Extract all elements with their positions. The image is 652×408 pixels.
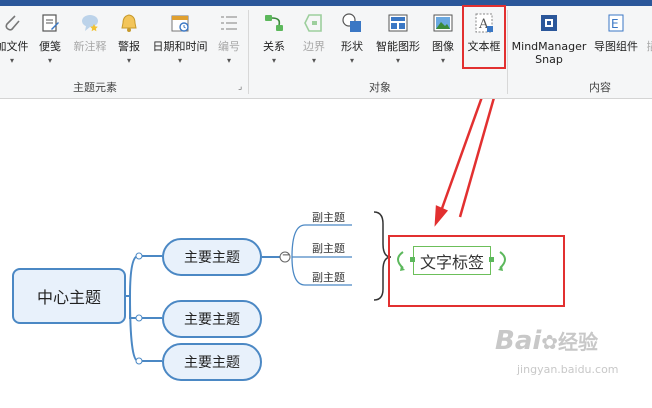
main-topic-1[interactable]: 主要主题 <box>162 238 262 276</box>
bell-icon <box>121 14 137 32</box>
mindmanager-snap-line1: MindManager <box>511 40 587 53</box>
comment-icon <box>82 15 98 32</box>
relationship-icon <box>265 15 283 31</box>
map-parts-icon: E <box>608 14 624 32</box>
group-label-content: 内容 <box>589 81 611 94</box>
boundary-label: 边界 <box>303 40 325 53</box>
new-comment-button[interactable]: 新注释 <box>72 6 108 78</box>
image-icon <box>433 14 453 32</box>
central-topic[interactable]: 中心主题 <box>12 268 126 324</box>
relationship-button[interactable]: 关系 ▾ <box>256 6 292 78</box>
chevron-down-icon: ▾ <box>47 56 52 65</box>
group-label-topic-elements: 主题元素 <box>73 81 117 94</box>
map-parts-button[interactable]: E 导图组件 <box>590 6 642 78</box>
group-divider <box>507 10 508 94</box>
map-canvas[interactable]: − 中心主题 主要主题 主要主题 主要主题 副主题 副主题 副主题 文字标签 B… <box>0 99 652 408</box>
paperclip-icon <box>5 15 20 31</box>
chevron-down-icon: ▾ <box>349 56 354 65</box>
new-comment-label: 新注释 <box>73 40 107 53</box>
svg-text:E: E <box>611 17 619 31</box>
insert-button-partial[interactable]: 插 <box>640 6 652 78</box>
shape-button[interactable]: 形状 ▾ <box>336 6 368 78</box>
chevron-down-icon: ▾ <box>126 56 131 65</box>
dialog-launcher-icon[interactable]: ⌟ <box>238 82 242 92</box>
chevron-down-icon: ▾ <box>9 56 14 65</box>
snap-icon <box>541 15 557 31</box>
chevron-down-icon: ▾ <box>177 56 182 65</box>
subtopic-2[interactable]: 副主题 <box>312 240 345 256</box>
connector-dot <box>135 357 143 365</box>
group-label-objects: 对象 <box>369 81 391 94</box>
smart-shape-button[interactable]: 智能图形 ▾ <box>372 6 424 78</box>
attach-file-button[interactable]: 加文件 ▾ <box>0 6 32 78</box>
watermark-brand2-text: 经验 <box>558 330 599 354</box>
mindmanager-snap-line2: Snap <box>535 53 563 66</box>
chevron-down-icon: ▾ <box>226 56 231 65</box>
smart-shape-icon <box>388 14 408 32</box>
image-label: 图像 <box>432 40 454 53</box>
smart-shape-label: 智能图形 <box>376 40 420 53</box>
boundary-button[interactable]: 边界 ▾ <box>298 6 330 78</box>
numbering-label: 编号 <box>218 40 240 53</box>
ribbon: 加文件 ▾ 便笺 ▾ 新注释 警报 ▾ 日期和时间 ▾ 编号 ▾ 主题元素 ⌟ … <box>0 5 652 99</box>
alert-button[interactable]: 警报 ▾ <box>114 6 144 78</box>
chevron-down-icon: ▾ <box>311 56 316 65</box>
chevron-down-icon: ▾ <box>440 56 445 65</box>
chevron-down-icon: ▾ <box>395 56 400 65</box>
note-icon <box>42 14 59 32</box>
alert-label: 警报 <box>118 40 140 53</box>
insert-label-partial: 插 <box>640 40 652 53</box>
boundary-icon <box>304 14 322 32</box>
chevron-down-icon: ▾ <box>271 56 276 65</box>
collapse-icon[interactable]: − <box>281 249 291 263</box>
text-box-result-highlight <box>388 235 565 307</box>
map-parts-label: 导图组件 <box>594 40 638 53</box>
shape-label: 形状 <box>341 40 363 53</box>
subtopic-1[interactable]: 副主题 <box>312 209 345 225</box>
date-time-label: 日期和时间 <box>152 40 208 53</box>
note-button[interactable]: 便笺 ▾ <box>36 6 64 78</box>
watermark-brand: Bai✿经验 <box>495 326 598 356</box>
calendar-icon <box>171 15 189 32</box>
numbering-button[interactable]: 编号 ▾ <box>214 6 244 78</box>
main-topic-2[interactable]: 主要主题 <box>162 300 262 338</box>
watermark-brand-text: Bai <box>495 326 542 356</box>
date-time-button[interactable]: 日期和时间 ▾ <box>150 6 210 78</box>
text-box-highlight <box>462 5 506 69</box>
numbered-list-icon <box>221 16 237 30</box>
connector-dot <box>135 252 143 260</box>
watermark-url: jingyan.baidu.com <box>517 363 619 376</box>
image-button[interactable]: 图像 ▾ <box>428 6 458 78</box>
mindmanager-snap-button[interactable]: MindManager Snap <box>510 6 588 78</box>
shapes-icon <box>342 13 361 32</box>
connector-dot <box>135 314 143 322</box>
attach-file-label: 加文件 <box>0 40 29 53</box>
relationship-label: 关系 <box>263 40 285 53</box>
paw-icon: ✿ <box>541 330 559 354</box>
group-divider <box>248 10 249 94</box>
mindmanager-snap-label: MindManager Snap <box>510 40 588 66</box>
note-label: 便笺 <box>39 40 61 53</box>
main-topic-3[interactable]: 主要主题 <box>162 343 262 381</box>
subtopic-3[interactable]: 副主题 <box>312 269 345 285</box>
